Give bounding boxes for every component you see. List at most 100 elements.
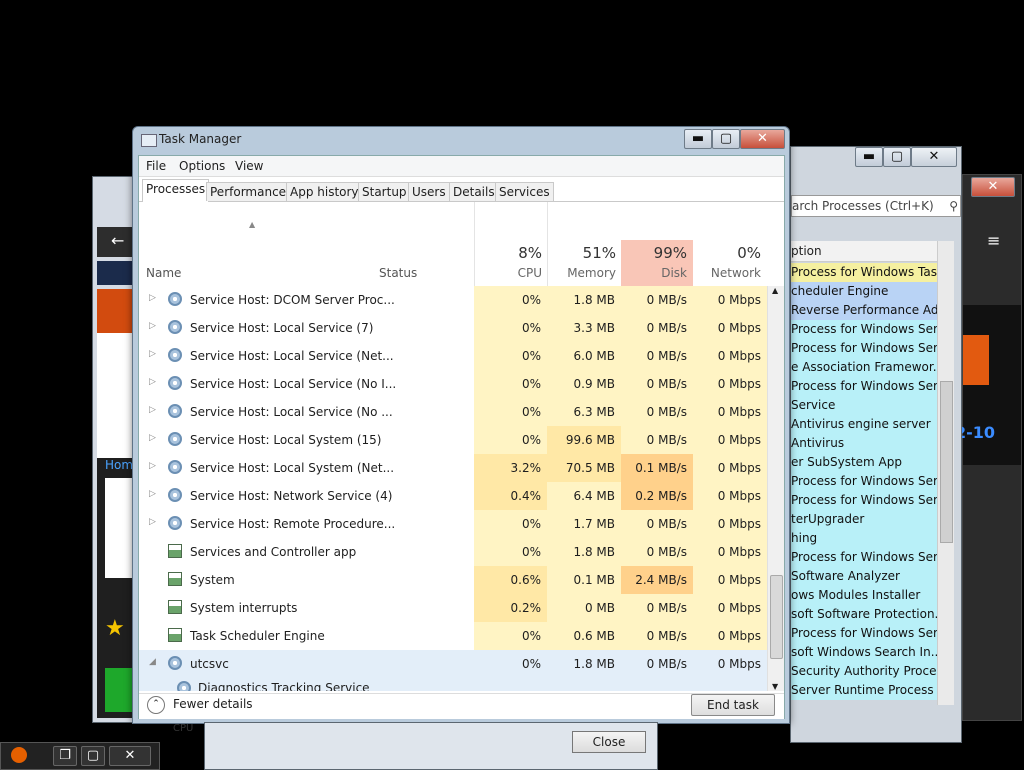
cell-mem: 1.8 MB xyxy=(547,286,621,314)
process-row[interactable]: ▷ Service Host: Network Service (4) 0.4% 6.… xyxy=(139,482,767,510)
description-column-header[interactable]: ption xyxy=(791,241,937,262)
bg-close-button[interactable]: ✕ xyxy=(911,147,957,167)
service-description-row[interactable]: soft Windows Search In... xyxy=(791,643,937,662)
tab-performance[interactable]: Performance xyxy=(206,182,291,201)
process-scroll-thumb[interactable] xyxy=(770,575,783,659)
scroll-down-icon[interactable]: ▼ xyxy=(772,682,778,691)
services-scrollbar[interactable] xyxy=(937,241,954,705)
maximize-button[interactable]: ▢ xyxy=(712,129,740,149)
cell-mem: 6.3 MB xyxy=(547,398,621,426)
process-row[interactable]: ▷ Service Host: Local Service (No I... 0% 0… xyxy=(139,370,767,398)
expand-arrow-icon[interactable]: ▷ xyxy=(149,293,157,303)
tab-services[interactable]: Services xyxy=(495,182,554,201)
expand-arrow-icon[interactable]: ▷ xyxy=(149,489,157,499)
column-cpu[interactable]: 8% CPU xyxy=(474,202,548,286)
service-description-row[interactable]: cheduler Engine xyxy=(791,282,937,301)
firefox-icon[interactable] xyxy=(11,747,27,763)
cell-net: 0 Mbps xyxy=(693,454,767,482)
column-name[interactable]: Name xyxy=(146,266,181,280)
service-description-row[interactable]: Service xyxy=(791,396,937,415)
column-network[interactable]: 0% Network xyxy=(693,202,767,286)
process-scrollbar[interactable]: ▲ ▼ xyxy=(767,286,784,691)
service-description-list: Process for Windows Tas... cheduler Engin… xyxy=(791,263,937,700)
service-description-row[interactable]: Process for Windows Ser... xyxy=(791,320,937,339)
back-arrow-icon[interactable]: ← xyxy=(111,231,124,250)
service-description-row[interactable]: Server Runtime Process xyxy=(791,681,937,700)
expand-arrow-icon[interactable]: ▷ xyxy=(149,461,157,471)
bg-maximize-button[interactable]: ▢ xyxy=(883,147,911,167)
process-row[interactable]: Diagnostics Tracking Service xyxy=(139,678,767,691)
process-row[interactable]: Services and Controller app 0% 1.8 MB 0 MB/… xyxy=(139,538,767,566)
search-icon[interactable]: ⚲ xyxy=(949,196,958,216)
service-description-row[interactable]: Process for Windows Ser... xyxy=(791,339,937,358)
column-memory[interactable]: 51% Memory xyxy=(547,202,622,286)
home-link[interactable]: Hom xyxy=(105,458,133,472)
service-description-row[interactable]: Process for Windows Tas... xyxy=(791,263,937,282)
mini-close-button[interactable]: ✕ xyxy=(109,746,151,766)
expand-arrow-icon[interactable]: ▷ xyxy=(149,433,157,443)
menu-view[interactable]: View xyxy=(235,159,263,173)
service-description-row[interactable]: Process for Windows Ser... xyxy=(791,548,937,567)
expand-arrow-icon[interactable]: ▷ xyxy=(149,405,157,415)
search-processes-input[interactable]: arch Processes (Ctrl+K) ⚲ xyxy=(791,195,961,217)
column-status[interactable]: Status xyxy=(379,266,417,280)
far-close-button[interactable]: ✕ xyxy=(971,177,1015,197)
close-button[interactable]: ✕ xyxy=(740,129,785,149)
tab-details[interactable]: Details xyxy=(449,182,499,201)
service-description-row[interactable]: Reverse Performance Ad... xyxy=(791,301,937,320)
tab-processes[interactable]: Processes xyxy=(142,179,210,202)
process-row[interactable]: Task Scheduler Engine 0% 0.6 MB 0 MB/s 0 Mbp… xyxy=(139,622,767,650)
process-row[interactable]: ▷ Service Host: Local System (Net... 3.2% 7… xyxy=(139,454,767,482)
service-description-row[interactable]: Antivirus xyxy=(791,434,937,453)
expand-arrow-icon[interactable]: ▷ xyxy=(149,377,157,387)
bg-minimize-button[interactable]: ▬ xyxy=(855,147,883,167)
service-description-row[interactable]: er SubSystem App xyxy=(791,453,937,472)
service-description-row[interactable]: Process for Windows Ser... xyxy=(791,472,937,491)
fewer-details-link[interactable]: Fewer details xyxy=(173,697,253,711)
tab-app-history[interactable]: App history xyxy=(286,182,363,201)
service-description-row[interactable]: Antivirus engine server xyxy=(791,415,937,434)
service-description-row[interactable]: Software Analyzer xyxy=(791,567,937,586)
chevron-up-icon[interactable]: ⌃ xyxy=(147,696,165,714)
tab-startup[interactable]: Startup xyxy=(358,182,411,201)
service-description-row[interactable]: e Association Framewor... xyxy=(791,358,937,377)
process-row[interactable]: ▷ Service Host: Local Service (7) 0% 3.3 MB… xyxy=(139,314,767,342)
service-description-row[interactable]: Process for Windows Ser... xyxy=(791,491,937,510)
application-icon xyxy=(168,544,182,558)
service-description-row[interactable]: Process for Windows Ser... xyxy=(791,624,937,643)
service-description-row[interactable]: Security Authority Proce... xyxy=(791,662,937,681)
service-description-row[interactable]: soft Software Protection... xyxy=(791,605,937,624)
service-description-row[interactable]: hing xyxy=(791,529,937,548)
process-row[interactable]: ▷ Service Host: Local Service (No ... 0% 6.… xyxy=(139,398,767,426)
expand-arrow-icon[interactable]: ▷ xyxy=(149,321,157,331)
cell-mem: 70.5 MB xyxy=(547,454,621,482)
service-description-row[interactable]: ows Modules Installer xyxy=(791,586,937,605)
process-row[interactable]: ▷ Service Host: Remote Procedure... 0% 1.7 … xyxy=(139,510,767,538)
process-name: Service Host: Remote Procedure... xyxy=(190,517,396,531)
process-name: utcsvc xyxy=(190,657,229,671)
menu-file[interactable]: File xyxy=(146,159,166,173)
expand-arrow-icon[interactable]: ◢ xyxy=(149,657,157,667)
minimize-button[interactable]: ▬ xyxy=(684,129,712,149)
process-row[interactable]: ▷ Service Host: Local Service (Net... 0% 6.… xyxy=(139,342,767,370)
scroll-up-icon[interactable]: ▲ xyxy=(772,286,778,295)
process-row[interactable]: System 0.6% 0.1 MB 2.4 MB/s 0 Mbps xyxy=(139,566,767,594)
hamburger-icon[interactable]: ≡ xyxy=(987,231,1000,250)
restore-button[interactable]: ❐ xyxy=(53,746,77,766)
end-task-button[interactable]: End task xyxy=(691,694,775,716)
cell-net: 0 Mbps xyxy=(693,566,767,594)
process-row[interactable]: ▷ Service Host: DCOM Server Proc... 0% 1.8 … xyxy=(139,286,767,314)
service-description-row[interactable]: Process for Windows Ser... xyxy=(791,377,937,396)
expand-arrow-icon[interactable]: ▷ xyxy=(149,517,157,527)
process-row[interactable]: System interrupts 0.2% 0 MB 0 MB/s 0 Mbps xyxy=(139,594,767,622)
column-disk[interactable]: 99% Disk xyxy=(621,202,693,286)
menu-options[interactable]: Options xyxy=(179,159,225,173)
process-row[interactable]: ▷ Service Host: Local System (15) 0% 99.6 M… xyxy=(139,426,767,454)
expand-arrow-icon[interactable]: ▷ xyxy=(149,349,157,359)
service-description-row[interactable]: terUpgrader xyxy=(791,510,937,529)
tab-users[interactable]: Users xyxy=(408,182,450,201)
mini-maximize-button[interactable]: ▢ xyxy=(81,746,105,766)
dialog-close-button[interactable]: Close xyxy=(572,731,646,753)
services-scroll-thumb[interactable] xyxy=(940,381,953,543)
process-row[interactable]: ◢ utcsvc 0% 1.8 MB 0 MB/s 0 Mbps xyxy=(139,650,767,678)
